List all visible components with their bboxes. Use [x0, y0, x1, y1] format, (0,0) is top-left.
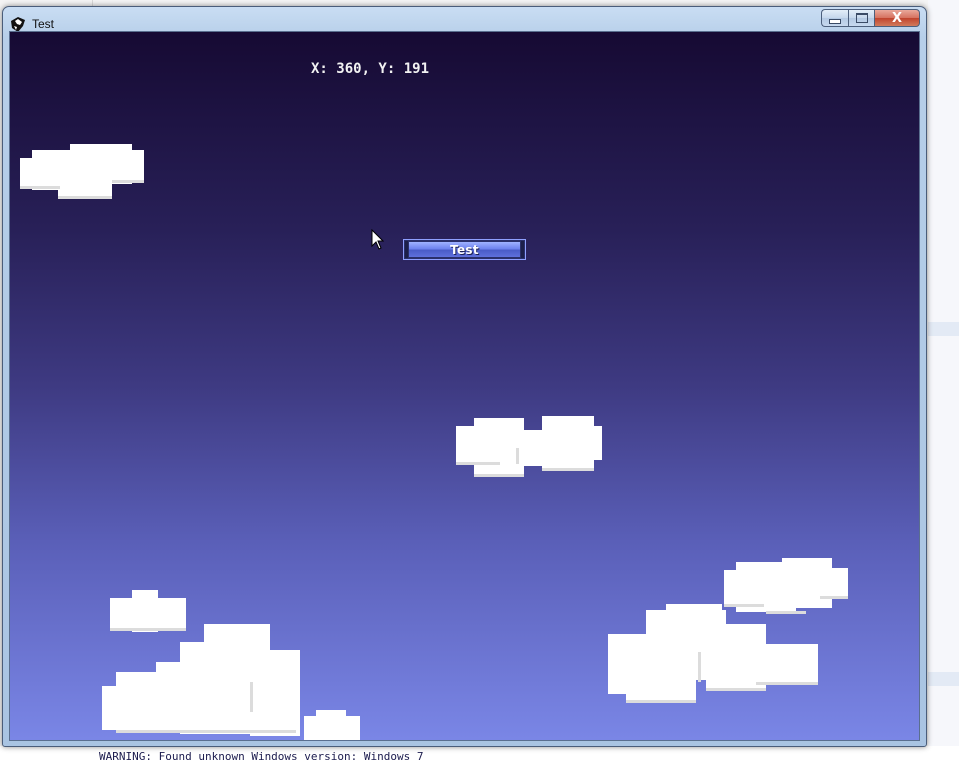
background-side-panel — [928, 0, 959, 763]
minimize-button[interactable] — [821, 9, 848, 27]
button-right-cap — [521, 241, 524, 258]
window-controls: X — [821, 9, 920, 28]
button-face: Test — [409, 242, 520, 257]
maximize-button[interactable] — [848, 9, 874, 27]
mouse-coordinates: X: 360, Y: 191 — [311, 61, 430, 77]
button-left-cap — [405, 241, 408, 258]
close-icon: X — [891, 10, 903, 26]
test-button[interactable]: Test — [403, 239, 526, 260]
maximize-icon — [855, 13, 868, 23]
cloud — [456, 416, 602, 477]
side-panel-row — [928, 672, 959, 686]
test-button-label: Test — [450, 242, 479, 257]
game-app-icon — [11, 17, 25, 32]
window-title: Test — [32, 17, 55, 31]
arrow-cursor-icon — [371, 229, 385, 250]
side-panel-row — [928, 322, 959, 336]
close-button[interactable]: X — [874, 9, 920, 27]
minimize-icon — [829, 18, 841, 24]
console-warning: WARNING: Found unknown Windows version: … — [99, 750, 424, 763]
cloud — [102, 624, 300, 736]
cloud — [20, 144, 144, 199]
cloud — [608, 604, 818, 703]
cloud — [304, 710, 360, 740]
game-canvas[interactable]: X: 360, Y: 191 Test — [9, 31, 920, 741]
